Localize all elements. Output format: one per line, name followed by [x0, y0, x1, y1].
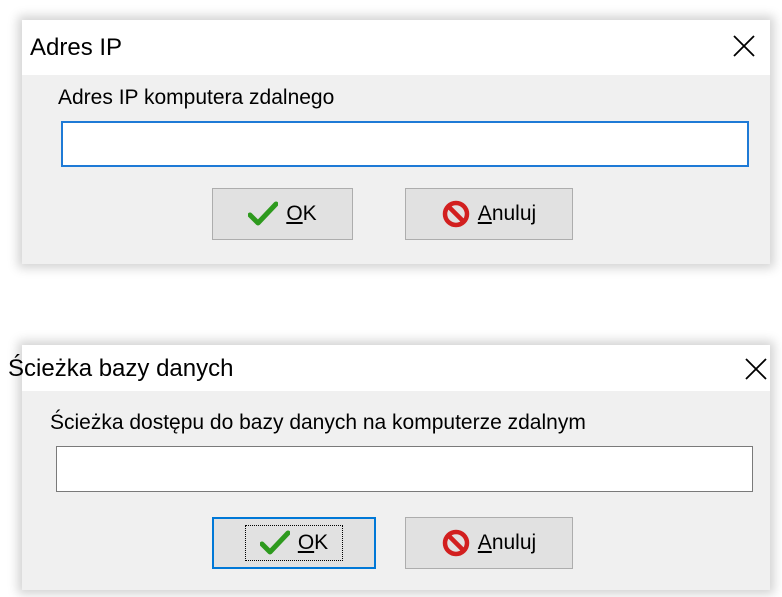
title-bar[interactable]: Ścieżka bazy danych: [8, 345, 772, 391]
database-path-input[interactable]: [56, 446, 753, 492]
ok-button[interactable]: OK: [212, 188, 353, 240]
cancel-button[interactable]: Anuluj: [405, 517, 573, 569]
no-entry-icon: [442, 529, 470, 557]
cancel-button[interactable]: Anuluj: [405, 188, 573, 240]
database-path-dialog: Ścieżka bazy danych Ścieżka dostępu do b…: [8, 345, 772, 590]
title-bar[interactable]: Adres IP: [22, 20, 770, 75]
close-button[interactable]: [740, 353, 772, 385]
cancel-label: Anuluj: [477, 202, 537, 225]
focus-rect: OK: [244, 525, 344, 561]
ip-address-dialog: Adres IP Adres IP komputera zdalnego OK …: [22, 20, 770, 264]
close-icon: [733, 35, 755, 57]
dialog-title: Adres IP: [30, 34, 123, 61]
ok-label: OK: [286, 202, 317, 225]
ok-button[interactable]: OK: [212, 517, 376, 569]
dialog-title: Ścieżka bazy danych: [8, 355, 234, 382]
checkmark-icon: [259, 530, 290, 555]
ip-field-label: Adres IP komputera zdalnego: [58, 86, 335, 109]
ip-address-input[interactable]: [61, 121, 749, 167]
checkmark-icon: [248, 201, 279, 226]
close-button[interactable]: [728, 30, 760, 62]
no-entry-icon: [442, 200, 470, 228]
path-field-label: Ścieżka dostępu do bazy danych na komput…: [50, 411, 586, 434]
cancel-label: Anuluj: [477, 531, 537, 554]
ok-label: OK: [297, 531, 329, 554]
close-icon: [745, 358, 767, 380]
